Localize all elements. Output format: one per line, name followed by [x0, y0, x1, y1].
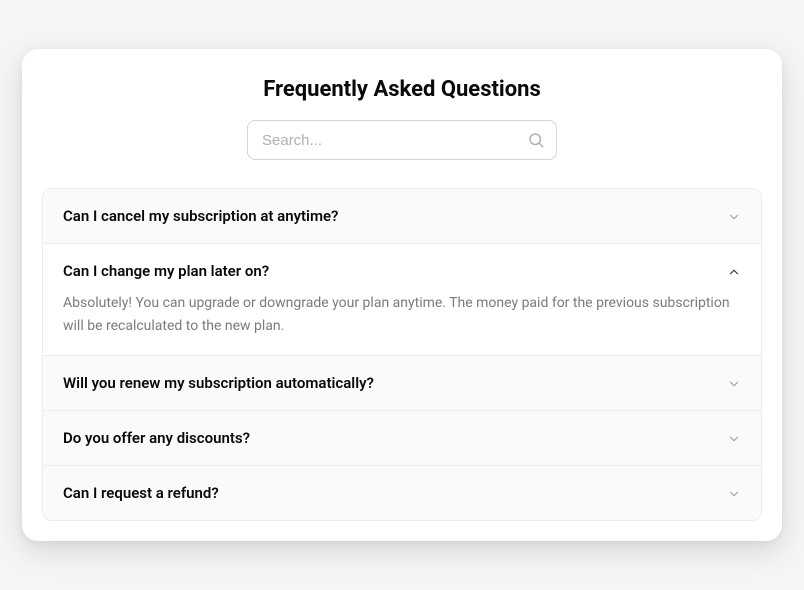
chevron-down-icon [727, 431, 741, 445]
faq-toggle[interactable]: Do you offer any discounts? [43, 411, 761, 465]
chevron-down-icon [727, 209, 741, 223]
faq-toggle[interactable]: Can I cancel my subscription at anytime? [43, 189, 761, 243]
faq-question: Can I change my plan later on? [63, 262, 269, 280]
faq-item: Do you offer any discounts? [43, 411, 761, 466]
faq-item: Can I change my plan later on? Absolutel… [43, 244, 761, 356]
search-container [42, 120, 762, 160]
search-box [247, 120, 557, 160]
faq-toggle[interactable]: Can I change my plan later on? [43, 244, 761, 292]
chevron-up-icon [727, 264, 741, 278]
faq-question: Will you renew my subscription automatic… [63, 374, 374, 392]
faq-list: Can I cancel my subscription at anytime?… [42, 188, 762, 521]
chevron-down-icon [727, 376, 741, 390]
faq-toggle[interactable]: Will you renew my subscription automatic… [43, 356, 761, 410]
faq-question: Can I cancel my subscription at anytime? [63, 207, 338, 225]
faq-item: Can I cancel my subscription at anytime? [43, 189, 761, 244]
search-input[interactable] [247, 120, 557, 160]
faq-item: Will you renew my subscription automatic… [43, 356, 761, 411]
faq-question: Can I request a refund? [63, 484, 219, 502]
page-title: Frequently Asked Questions [42, 77, 762, 102]
chevron-down-icon [727, 486, 741, 500]
faq-question: Do you offer any discounts? [63, 429, 250, 447]
faq-toggle[interactable]: Can I request a refund? [43, 466, 761, 520]
faq-answer: Absolutely! You can upgrade or downgrade… [43, 292, 761, 355]
faq-item: Can I request a refund? [43, 466, 761, 520]
faq-card: Frequently Asked Questions Can I cancel … [22, 49, 782, 541]
